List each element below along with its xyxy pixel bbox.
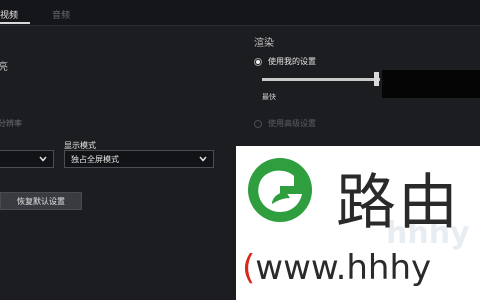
radio-use-advanced[interactable]: 使用高级设置 <box>254 118 316 129</box>
active-tab-indicator <box>0 22 30 24</box>
chevron-down-icon <box>199 155 207 163</box>
quality-slider-track[interactable] <box>262 78 380 81</box>
reset-defaults-label: 恢复默认设置 <box>17 196 65 206</box>
radio-selected-icon <box>254 57 262 66</box>
watermark-chinese-text: 路由 <box>336 168 460 238</box>
display-mode-select-value: 独占全屏模式 <box>71 154 119 164</box>
tab-bar: 视频 音频 <box>0 0 480 26</box>
tab-video[interactable]: 视频 <box>0 8 18 21</box>
radio-use-advanced-label: 使用高级设置 <box>268 119 316 128</box>
quality-slider-thumb[interactable] <box>374 72 379 86</box>
resolution-label: 分辨率 <box>0 119 22 128</box>
radio-use-my-settings-label: 使用我的设置 <box>268 57 316 66</box>
radio-use-my-settings[interactable]: 使用我的设置 <box>254 56 316 67</box>
watermark-url: (www.hhhy <box>242 248 431 288</box>
left-section-title: 亮 <box>0 62 8 73</box>
logo-icon <box>242 152 318 228</box>
settings-window: 视频 音频 亮 分辨率 显示模式 独占全屏模式 恢复默认设置 渲染 使用我的设置… <box>0 0 480 300</box>
tab-audio[interactable]: 音频 <box>52 8 70 21</box>
right-section-title: 渲染 <box>254 38 274 49</box>
watermark-url-text: www.hhhy <box>255 248 432 288</box>
preview-area <box>382 70 480 98</box>
display-mode-select[interactable]: 独占全屏模式 <box>64 150 214 168</box>
radio-unselected-icon <box>254 119 262 128</box>
quality-slider-caption: 最快 <box>262 93 276 101</box>
watermark-paren: ( <box>242 248 256 288</box>
resolution-select[interactable] <box>0 150 54 168</box>
chevron-down-icon <box>39 155 47 163</box>
watermark-overlay: hhhy 路由 (www.hhhy <box>236 146 480 300</box>
quality-slider-fill <box>262 78 380 81</box>
reset-defaults-button[interactable]: 恢复默认设置 <box>0 192 82 210</box>
